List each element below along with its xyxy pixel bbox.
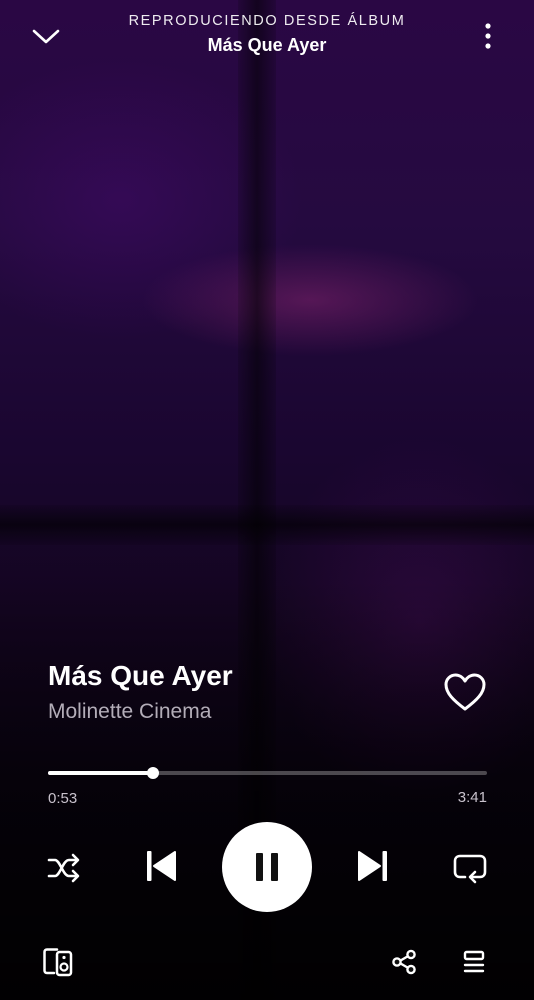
- share-button[interactable]: [384, 942, 424, 982]
- chevron-down-icon: [32, 29, 60, 44]
- skip-previous-icon: [147, 851, 176, 881]
- track-artist[interactable]: Molinette Cinema: [48, 700, 211, 724]
- elapsed-time: 0:53: [48, 790, 78, 807]
- devices-icon: [43, 948, 73, 977]
- playing-from-label: REPRODUCIENDO DESDE ÁLBUM: [128, 13, 406, 29]
- progress-fill: [48, 771, 154, 775]
- queue-button[interactable]: [454, 942, 494, 982]
- progress-slider[interactable]: [48, 767, 487, 779]
- album-name[interactable]: Más Que Ayer: [100, 35, 434, 56]
- skip-next-icon: [358, 851, 387, 881]
- pause-button[interactable]: [222, 822, 312, 912]
- collapse-button[interactable]: [26, 18, 66, 54]
- repeat-icon: [453, 854, 487, 884]
- heart-outline-icon: [444, 673, 486, 711]
- window-frame-horizontal: [0, 505, 534, 545]
- more-vertical-icon: [485, 23, 491, 49]
- pause-icon: [256, 853, 278, 881]
- like-button[interactable]: [440, 668, 490, 716]
- bottom-gradient-shade: [0, 580, 534, 1000]
- next-button[interactable]: [348, 841, 398, 891]
- shuffle-button[interactable]: [42, 846, 86, 890]
- repeat-button[interactable]: [448, 846, 492, 890]
- more-options-button[interactable]: [470, 18, 506, 54]
- shuffle-icon: [47, 853, 80, 883]
- connect-devices-button[interactable]: [38, 942, 78, 982]
- track-title: Más Que Ayer: [48, 660, 233, 691]
- total-time: 3:41: [457, 789, 487, 806]
- share-icon: [392, 949, 416, 975]
- previous-button[interactable]: [136, 841, 186, 891]
- progress-thumb[interactable]: [147, 767, 160, 779]
- queue-icon: [463, 950, 485, 973]
- now-playing-header: REPRODUCIENDO DESDE ÁLBUM Más Que Ayer: [0, 0, 534, 70]
